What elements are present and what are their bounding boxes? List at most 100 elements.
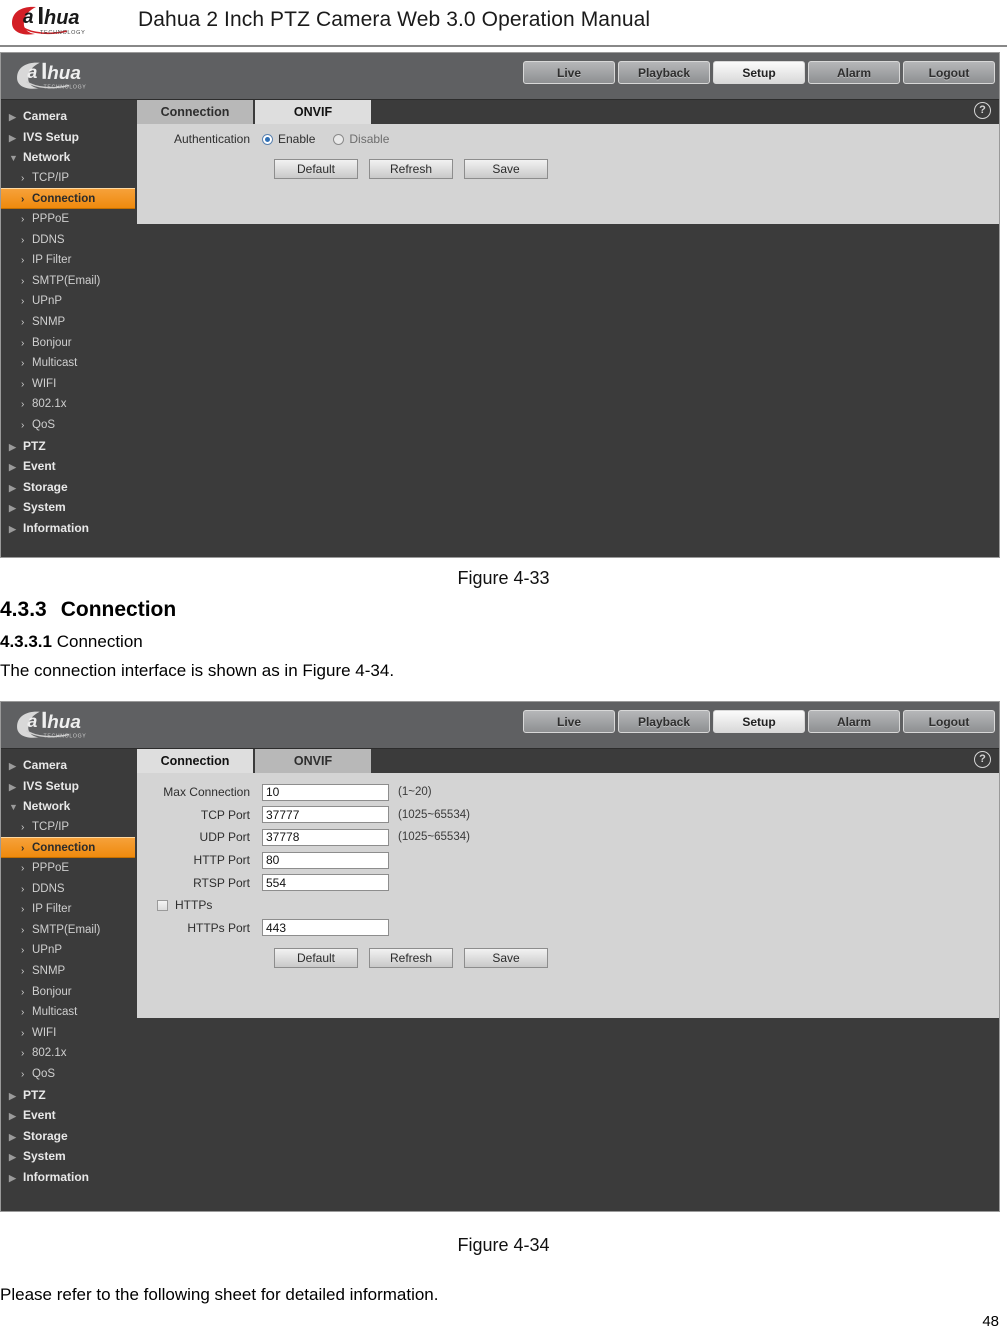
chevron-right-icon: › <box>21 378 25 390</box>
chevron-right-icon: › <box>21 172 25 184</box>
refresh-button[interactable]: Refresh <box>369 948 453 969</box>
triangle-right-icon: ▶ <box>9 462 16 473</box>
sidebar-item-connection[interactable]: › Connection <box>1 837 135 858</box>
chevron-right-icon: › <box>21 843 25 855</box>
radio-enable[interactable] <box>262 133 273 145</box>
tab-onvif[interactable]: ONVIF <box>255 749 371 773</box>
page-number: 48 <box>982 1313 999 1330</box>
sidebar-item-ip-filter[interactable]: › IP Filter <box>1 250 137 271</box>
tab-connection[interactable]: Connection <box>137 749 253 773</box>
sidebar: ▶ Camera ▶ IVS Setup ▼ Network › TCP/IP › Con… <box>1 100 137 557</box>
sidebar-group-network[interactable]: ▼ Network <box>1 147 137 168</box>
http-port-input[interactable] <box>262 851 389 869</box>
save-button[interactable]: Save <box>464 948 548 969</box>
radio-disable[interactable] <box>333 133 345 145</box>
sidebar-item-tcp-ip[interactable]: › TCP/IP <box>1 817 137 838</box>
rtsp-port-input[interactable] <box>262 874 389 892</box>
chevron-right-icon: › <box>21 924 25 936</box>
sidebar-item-ddns[interactable]: › DDNS <box>1 879 137 900</box>
form-row-https-toggle: HTTPs <box>137 894 999 917</box>
triangle-right-icon: ▶ <box>9 523 16 534</box>
nav-button-live[interactable]: Live <box>523 61 615 84</box>
tab-strip: Connection ONVIF ? <box>137 100 999 124</box>
sidebar-item-ip-filter[interactable]: › IP Filter <box>1 899 137 920</box>
sidebar-group-system[interactable]: ▶ System <box>1 497 137 518</box>
refresh-button[interactable]: Refresh <box>369 158 453 179</box>
sidebar-group-camera[interactable]: ▶ Camera <box>1 755 137 776</box>
sidebar-item-snmp[interactable]: › SNMP <box>1 312 137 333</box>
nav-button-playback[interactable]: Playback <box>618 61 710 84</box>
sidebar-item-multicast[interactable]: › Multicast <box>1 1002 137 1023</box>
sidebar-item-smtp-email[interactable]: › SMTP(Email) <box>1 920 137 941</box>
nav-button-playback[interactable]: Playback <box>618 710 710 733</box>
content-area: Connection ONVIF ? Authentication Enable… <box>137 100 999 557</box>
help-icon[interactable]: ? <box>974 751 991 768</box>
triangle-down-icon: ▼ <box>9 153 18 164</box>
chevron-right-icon: › <box>21 213 25 225</box>
screenshot-onvif-window: a hua TECHNOLOGY Live Playback Setup Ala… <box>0 52 1000 558</box>
sidebar-group-ivs-setup[interactable]: ▶ IVS Setup <box>1 776 137 797</box>
tab-connection[interactable]: Connection <box>137 100 253 124</box>
form-row-https-port: HTTPs Port <box>137 917 999 940</box>
sidebar-group-event[interactable]: ▶ Event <box>1 456 137 477</box>
nav-button-setup[interactable]: Setup <box>713 61 805 84</box>
tab-strip: Connection ONVIF ? <box>137 749 999 773</box>
nav-button-logout[interactable]: Logout <box>903 710 995 733</box>
sidebar-item-smtp-email[interactable]: › SMTP(Email) <box>1 271 137 292</box>
sidebar-item-ddns[interactable]: › DDNS <box>1 230 137 251</box>
svg-text:hua: hua <box>44 7 80 29</box>
udp-port-hint: (1025~65534) <box>398 831 470 844</box>
sidebar-item-qos[interactable]: › QoS <box>1 1064 137 1085</box>
sidebar-item-802-1x[interactable]: › 802.1x <box>1 1043 137 1064</box>
tab-onvif[interactable]: ONVIF <box>255 100 371 124</box>
https-port-input[interactable] <box>262 919 389 937</box>
https-checkbox[interactable] <box>157 899 168 911</box>
sidebar-group-network[interactable]: ▼ Network <box>1 796 137 817</box>
sidebar-item-wifi[interactable]: › WIFI <box>1 1023 137 1044</box>
nav-button-setup[interactable]: Setup <box>713 710 805 733</box>
content-area: Connection ONVIF ? Max Connection (1~20)… <box>137 749 999 1211</box>
svg-text:TECHNOLOGY: TECHNOLOGY <box>40 30 86 36</box>
sidebar-item-tcp-ip[interactable]: › TCP/IP <box>1 168 137 189</box>
subsection-title: Connection <box>56 632 143 651</box>
nav-button-alarm[interactable]: Alarm <box>808 710 900 733</box>
rtsp-port-label: RTSP Port <box>193 875 250 890</box>
sidebar-group-storage[interactable]: ▶ Storage <box>1 477 137 498</box>
sidebar-item-connection[interactable]: › Connection <box>1 188 135 209</box>
max-connection-input[interactable] <box>262 783 389 801</box>
triangle-right-icon: ▶ <box>9 482 16 493</box>
sidebar-item-bonjour[interactable]: › Bonjour <box>1 333 137 354</box>
help-icon[interactable]: ? <box>974 102 991 119</box>
sidebar-item-snmp[interactable]: › SNMP <box>1 961 137 982</box>
tcp-port-input[interactable] <box>262 806 389 824</box>
default-button[interactable]: Default <box>274 158 358 179</box>
default-button[interactable]: Default <box>274 948 358 969</box>
sidebar-group-camera[interactable]: ▶ Camera <box>1 106 137 127</box>
section-title: Connection <box>60 598 177 621</box>
sidebar-group-storage[interactable]: ▶ Storage <box>1 1126 137 1147</box>
sidebar-item-upnp[interactable]: › UPnP <box>1 291 137 312</box>
nav-button-alarm[interactable]: Alarm <box>808 61 900 84</box>
save-button[interactable]: Save <box>464 158 548 179</box>
intro-paragraph: The connection interface is shown as in … <box>0 661 395 680</box>
sidebar-item-wifi[interactable]: › WIFI <box>1 374 137 395</box>
nav-button-logout[interactable]: Logout <box>903 61 995 84</box>
sidebar-group-ptz[interactable]: ▶ PTZ <box>1 436 137 457</box>
sidebar-item-802-1x[interactable]: › 802.1x <box>1 394 137 415</box>
chevron-right-icon: › <box>21 883 25 895</box>
sidebar-group-ptz[interactable]: ▶ PTZ <box>1 1085 137 1106</box>
sidebar-group-event[interactable]: ▶ Event <box>1 1105 137 1126</box>
sidebar-group-system[interactable]: ▶ System <box>1 1146 137 1167</box>
triangle-right-icon: ▶ <box>9 1111 16 1122</box>
sidebar-item-multicast[interactable]: › Multicast <box>1 353 137 374</box>
nav-button-live[interactable]: Live <box>523 710 615 733</box>
sidebar-item-upnp[interactable]: › UPnP <box>1 940 137 961</box>
sidebar-item-pppoe[interactable]: › PPPoE <box>1 858 137 879</box>
sidebar-item-bonjour[interactable]: › Bonjour <box>1 982 137 1003</box>
sidebar-item-qos[interactable]: › QoS <box>1 415 137 436</box>
sidebar-item-pppoe[interactable]: › PPPoE <box>1 209 137 230</box>
sidebar-group-ivs-setup[interactable]: ▶ IVS Setup <box>1 127 137 148</box>
sidebar-group-information[interactable]: ▶ Information <box>1 1167 137 1188</box>
sidebar-group-information[interactable]: ▶ Information <box>1 518 137 539</box>
udp-port-input[interactable] <box>262 828 389 846</box>
